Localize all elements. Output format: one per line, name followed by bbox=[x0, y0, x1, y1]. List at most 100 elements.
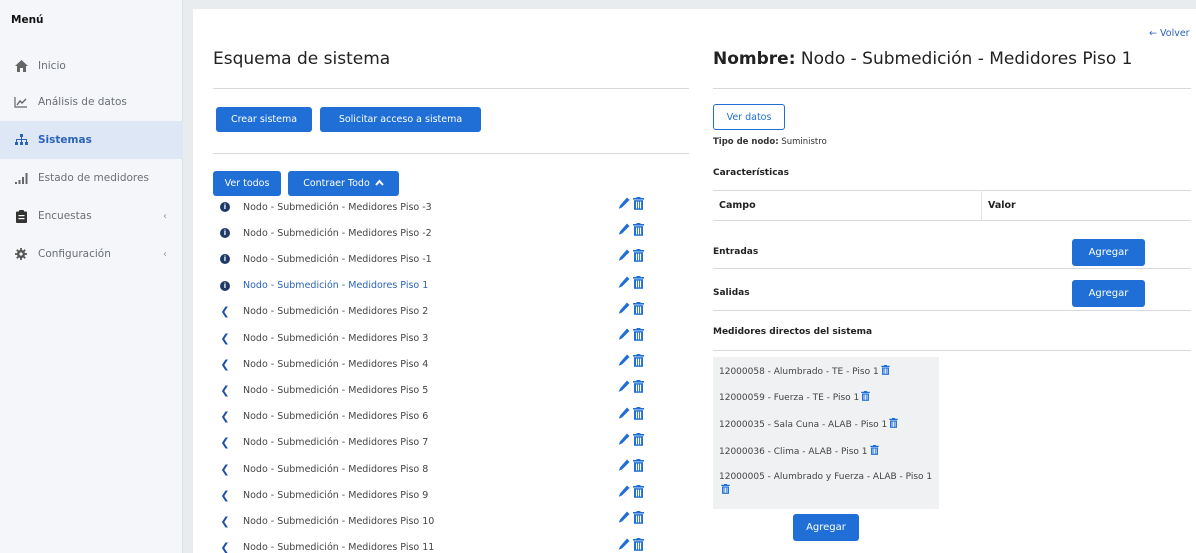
node-row[interactable]: ❮ Nodo - Submedición - Medidores Piso 4 bbox=[217, 351, 667, 377]
node-label[interactable]: Nodo - Submedición - Medidores Piso 10 bbox=[243, 516, 434, 527]
node-row[interactable]: ❮ Nodo - Submedición - Medidores Piso 8 bbox=[217, 456, 667, 482]
trash-icon[interactable] bbox=[880, 365, 890, 375]
trash-icon[interactable] bbox=[861, 391, 871, 401]
node-label[interactable]: Nodo - Submedición - Medidores Piso 5 bbox=[243, 385, 428, 396]
edit-pencil-icon[interactable] bbox=[618, 276, 630, 290]
edit-pencil-icon[interactable] bbox=[618, 197, 630, 211]
chevron-left-icon[interactable]: ❮ bbox=[217, 463, 233, 476]
trash-icon[interactable] bbox=[633, 459, 645, 473]
trash-icon[interactable] bbox=[633, 328, 645, 342]
chevron-left-icon[interactable]: ❮ bbox=[217, 515, 233, 528]
sidebar-item-label: Encuestas bbox=[38, 210, 92, 222]
sidebar-item-encuestas[interactable]: Encuestas ‹ bbox=[0, 197, 183, 235]
chevron-up-icon bbox=[375, 178, 384, 189]
add-meter-button[interactable]: Agregar bbox=[793, 514, 859, 541]
edit-pencil-icon[interactable] bbox=[618, 328, 630, 342]
node-row[interactable]: ❮ Nodo - Submedición - Medidores Piso 3 bbox=[217, 325, 667, 351]
node-label[interactable]: Nodo - Submedición - Medidores Piso -2 bbox=[243, 228, 432, 239]
chevron-left-icon[interactable]: ❮ bbox=[217, 305, 233, 318]
trash-icon[interactable] bbox=[721, 484, 730, 494]
node-row[interactable]: i Nodo - Submedición - Medidores Piso -1 bbox=[217, 246, 667, 272]
row-actions bbox=[618, 380, 645, 394]
node-row[interactable]: i Nodo - Submedición - Medidores Piso -3 bbox=[217, 194, 667, 220]
info-icon[interactable]: i bbox=[217, 228, 233, 239]
info-icon[interactable]: i bbox=[217, 254, 233, 265]
trash-icon[interactable] bbox=[633, 275, 645, 290]
edit-pencil-icon[interactable] bbox=[618, 538, 630, 552]
edit-pencil-icon[interactable] bbox=[618, 354, 630, 368]
trash-icon[interactable] bbox=[633, 301, 645, 316]
edit-pencil-icon[interactable] bbox=[618, 459, 630, 473]
sidebar-item-analisis[interactable]: Análisis de datos bbox=[0, 83, 183, 121]
sidebar-item-inicio[interactable]: Inicio bbox=[0, 47, 183, 85]
trash-icon[interactable] bbox=[633, 485, 645, 499]
edit-pencil-icon[interactable] bbox=[618, 302, 630, 316]
chevron-left-icon[interactable]: ❮ bbox=[217, 436, 233, 449]
collapse-all-button[interactable]: Contraer Todo bbox=[288, 171, 399, 196]
edit-pencil-icon[interactable] bbox=[618, 511, 630, 525]
main-card: Esquema de sistema Crear sistema Solicit… bbox=[193, 9, 1196, 553]
node-label[interactable]: Nodo - Submedición - Medidores Piso 3 bbox=[243, 333, 428, 344]
chevron-left-icon[interactable]: ❮ bbox=[217, 384, 233, 397]
trash-icon[interactable] bbox=[633, 223, 645, 237]
sitemap-icon bbox=[14, 133, 28, 147]
node-row[interactable]: ❮ Nodo - Submedición - Medidores Piso 9 bbox=[217, 482, 667, 508]
node-row[interactable]: ❮ Nodo - Submedición - Medidores Piso 2 bbox=[217, 299, 667, 325]
sidebar-item-configuracion[interactable]: Configuración ‹ bbox=[0, 235, 183, 273]
create-system-button[interactable]: Crear sistema bbox=[216, 107, 312, 132]
node-label[interactable]: Nodo - Submedición - Medidores Piso 11 bbox=[243, 542, 434, 553]
chevron-left-icon[interactable]: ❮ bbox=[217, 410, 233, 423]
node-row[interactable]: i Nodo - Submedición - Medidores Piso -2 bbox=[217, 220, 667, 246]
chevron-left-icon[interactable]: ❮ bbox=[217, 358, 233, 371]
trash-icon[interactable] bbox=[633, 197, 645, 211]
view-all-button[interactable]: Ver todos bbox=[213, 171, 281, 196]
trash-icon[interactable] bbox=[889, 418, 898, 428]
trash-icon[interactable] bbox=[633, 511, 645, 525]
chevron-left-icon[interactable]: ❮ bbox=[217, 541, 233, 553]
chevron-left-icon[interactable]: ❮ bbox=[217, 332, 233, 345]
sidebar: Menú Inicio Análisis de datos Sistemas E… bbox=[0, 0, 183, 553]
sidebar-item-sistemas[interactable]: Sistemas bbox=[0, 121, 183, 159]
request-access-button[interactable]: Solicitar acceso a sistema bbox=[320, 107, 481, 132]
trash-icon[interactable] bbox=[633, 380, 645, 394]
node-label[interactable]: Nodo - Submedición - Medidores Piso 9 bbox=[243, 490, 428, 501]
trash-icon[interactable] bbox=[633, 432, 645, 447]
node-row[interactable]: ❮ Nodo - Submedición - Medidores Piso 11 bbox=[217, 535, 667, 553]
characteristics-label: Características bbox=[713, 168, 789, 178]
edit-pencil-icon[interactable] bbox=[618, 380, 630, 394]
row-actions bbox=[618, 354, 645, 368]
edit-pencil-icon[interactable] bbox=[618, 407, 630, 421]
trash-icon[interactable] bbox=[633, 354, 645, 368]
info-icon[interactable]: i bbox=[217, 280, 233, 291]
edit-pencil-icon[interactable] bbox=[618, 433, 630, 447]
view-data-button[interactable]: Ver datos bbox=[713, 104, 785, 130]
node-label[interactable]: Nodo - Submedición - Medidores Piso 8 bbox=[243, 464, 428, 475]
edit-pencil-icon[interactable] bbox=[618, 223, 630, 237]
node-row[interactable]: ❮ Nodo - Submedición - Medidores Piso 5 bbox=[217, 377, 667, 403]
node-row[interactable]: ❮ Nodo - Submedición - Medidores Piso 7 bbox=[217, 430, 667, 456]
row-actions bbox=[618, 537, 645, 552]
chevron-left-icon[interactable]: ❮ bbox=[217, 489, 233, 502]
info-icon[interactable]: i bbox=[217, 202, 233, 212]
node-label[interactable]: Nodo - Submedición - Medidores Piso 7 bbox=[243, 437, 428, 448]
edit-pencil-icon[interactable] bbox=[618, 485, 630, 499]
trash-icon[interactable] bbox=[633, 249, 645, 263]
node-label[interactable]: Nodo - Submedición - Medidores Piso -3 bbox=[243, 202, 432, 213]
node-row[interactable]: i Nodo - Submedición - Medidores Piso 1 bbox=[217, 273, 667, 299]
trash-icon[interactable] bbox=[869, 445, 879, 455]
back-link[interactable]: ← Volver bbox=[1149, 28, 1190, 39]
node-row[interactable]: ❮ Nodo - Submedición - Medidores Piso 6 bbox=[217, 404, 667, 430]
add-input-button[interactable]: Agregar bbox=[1072, 239, 1145, 266]
add-output-button[interactable]: Agregar bbox=[1072, 280, 1145, 307]
node-label[interactable]: Nodo - Submedición - Medidores Piso 6 bbox=[243, 411, 428, 422]
node-row[interactable]: ❮ Nodo - Submedición - Medidores Piso 10 bbox=[217, 508, 667, 534]
clipboard-icon bbox=[14, 209, 28, 223]
node-label[interactable]: Nodo - Submedición - Medidores Piso 2 bbox=[243, 306, 428, 317]
node-label[interactable]: Nodo - Submedición - Medidores Piso -1 bbox=[243, 254, 432, 265]
trash-icon[interactable] bbox=[633, 406, 645, 421]
edit-pencil-icon[interactable] bbox=[618, 249, 630, 263]
sidebar-item-estado-medidores[interactable]: Estado de medidores bbox=[0, 159, 183, 197]
node-label[interactable]: Nodo - Submedición - Medidores Piso 1 bbox=[243, 280, 428, 291]
trash-icon[interactable] bbox=[633, 537, 645, 552]
node-label[interactable]: Nodo - Submedición - Medidores Piso 4 bbox=[243, 359, 428, 370]
